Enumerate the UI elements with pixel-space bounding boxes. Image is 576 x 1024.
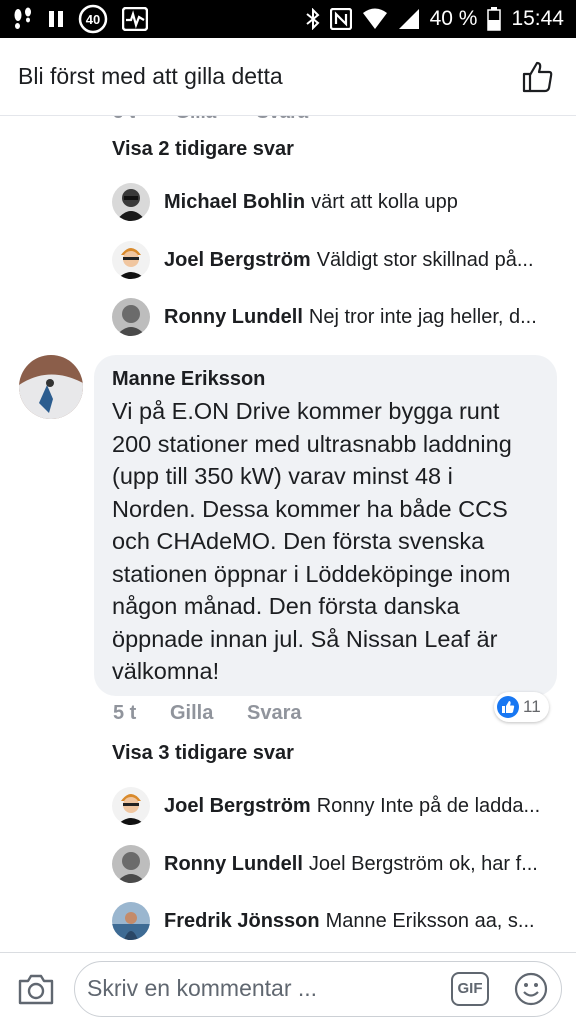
reply-item[interactable]: Joel Bergström Väldigt stor skillnad på..… bbox=[112, 240, 562, 280]
emoji-button[interactable] bbox=[513, 971, 549, 1007]
reply-author[interactable]: Joel Bergström bbox=[164, 249, 311, 271]
avatar bbox=[112, 298, 150, 336]
wifi-icon bbox=[362, 8, 388, 30]
reaction-summary[interactable]: 11 bbox=[494, 692, 549, 722]
reply-text: Joel Bergström ok, har f... bbox=[308, 852, 538, 875]
reply-item[interactable]: Ronny Lundell Nej tror inte jag heller, d… bbox=[112, 297, 562, 337]
avatar bbox=[112, 787, 150, 825]
comment-input-wrapper: GIF bbox=[74, 960, 562, 1017]
reply-author[interactable]: Joel Bergström bbox=[164, 795, 311, 817]
camera-button[interactable] bbox=[14, 967, 58, 1011]
avatar bbox=[112, 845, 150, 883]
speed-limit-value: 40 bbox=[86, 12, 100, 27]
header-title: Bli först med att gilla detta bbox=[18, 63, 283, 89]
comment-bubble: Manne Eriksson Vi på E.ON Drive kommer b… bbox=[94, 355, 557, 696]
avatar bbox=[112, 902, 150, 940]
comment-input[interactable] bbox=[87, 975, 451, 1002]
comment-thread: 5 t Gilla Svara Visa 2 tidigare svar Mic… bbox=[0, 116, 576, 952]
battery-icon bbox=[487, 7, 502, 31]
reply-item[interactable]: Michael Bohlin värt att kolla upp bbox=[112, 182, 562, 222]
avatar bbox=[112, 183, 150, 221]
avatar bbox=[112, 241, 150, 279]
reply-item[interactable]: Fredrik Jönsson Manne Eriksson aa, s... bbox=[112, 901, 562, 941]
reply-text: Manne Eriksson aa, s... bbox=[325, 909, 535, 932]
speed-limit-icon: 40 bbox=[78, 4, 108, 34]
comment-time: 5 t bbox=[113, 702, 137, 724]
thumbs-up-icon bbox=[522, 61, 553, 92]
clock: 15:44 bbox=[511, 7, 564, 30]
show-previous-replies-2[interactable]: Visa 3 tidigare svar bbox=[112, 742, 294, 765]
gif-button[interactable]: GIF bbox=[451, 971, 489, 1006]
reply-item[interactable]: Joel Bergström Ronny Inte på de ladda... bbox=[112, 786, 562, 826]
bluetooth-icon bbox=[305, 8, 320, 30]
signal-icon bbox=[398, 8, 420, 30]
reply-author[interactable]: Ronny Lundell bbox=[164, 306, 303, 328]
nfc-icon bbox=[329, 8, 352, 30]
footprints-icon bbox=[12, 7, 34, 31]
comment-author[interactable]: Manne Eriksson bbox=[112, 366, 539, 392]
comment-author-avatar[interactable] bbox=[19, 355, 83, 419]
reactions-header: Bli först med att gilla detta bbox=[0, 38, 576, 116]
comment-text: Vi på E.ON Drive kommer bygga runt 200 s… bbox=[112, 398, 512, 684]
clipped-reply[interactable]: Svara bbox=[256, 116, 308, 124]
like-reaction-icon bbox=[497, 696, 519, 718]
show-previous-replies-1[interactable]: Visa 2 tidigare svar bbox=[112, 138, 294, 161]
pause-icon bbox=[48, 10, 64, 28]
reply-text: Ronny Inte på de ladda... bbox=[316, 794, 541, 817]
reaction-count: 11 bbox=[523, 697, 541, 716]
reply-text: Nej tror inte jag heller, d... bbox=[308, 305, 537, 328]
activity-icon bbox=[122, 7, 148, 31]
like-button[interactable] bbox=[518, 57, 558, 97]
reply-text: Väldigt stor skillnad på... bbox=[316, 248, 534, 271]
reply-author[interactable]: Fredrik Jönsson bbox=[164, 910, 320, 932]
comment-reply-link[interactable]: Svara bbox=[247, 702, 302, 725]
reply-text: värt att kolla upp bbox=[311, 190, 458, 213]
reply-item[interactable]: Ronny Lundell Joel Bergström ok, har f... bbox=[112, 844, 562, 884]
battery-percent: 40 % bbox=[429, 7, 478, 30]
status-bar: 40 40 % 15:44 bbox=[0, 0, 576, 38]
smiley-icon bbox=[514, 972, 548, 1005]
reply-author[interactable]: Ronny Lundell bbox=[164, 853, 303, 875]
clipped-like[interactable]: Gilla bbox=[175, 116, 216, 124]
comment-actions: 5 t Gilla Svara bbox=[113, 702, 302, 725]
comment-like-link[interactable]: Gilla bbox=[170, 702, 247, 725]
camera-icon bbox=[18, 974, 54, 1004]
reply-author[interactable]: Michael Bohlin bbox=[164, 191, 305, 213]
comment-composer: GIF bbox=[0, 952, 576, 1024]
clipped-comment-actions: 5 t Gilla Svara bbox=[113, 116, 308, 124]
clipped-time: 5 t bbox=[113, 116, 135, 124]
